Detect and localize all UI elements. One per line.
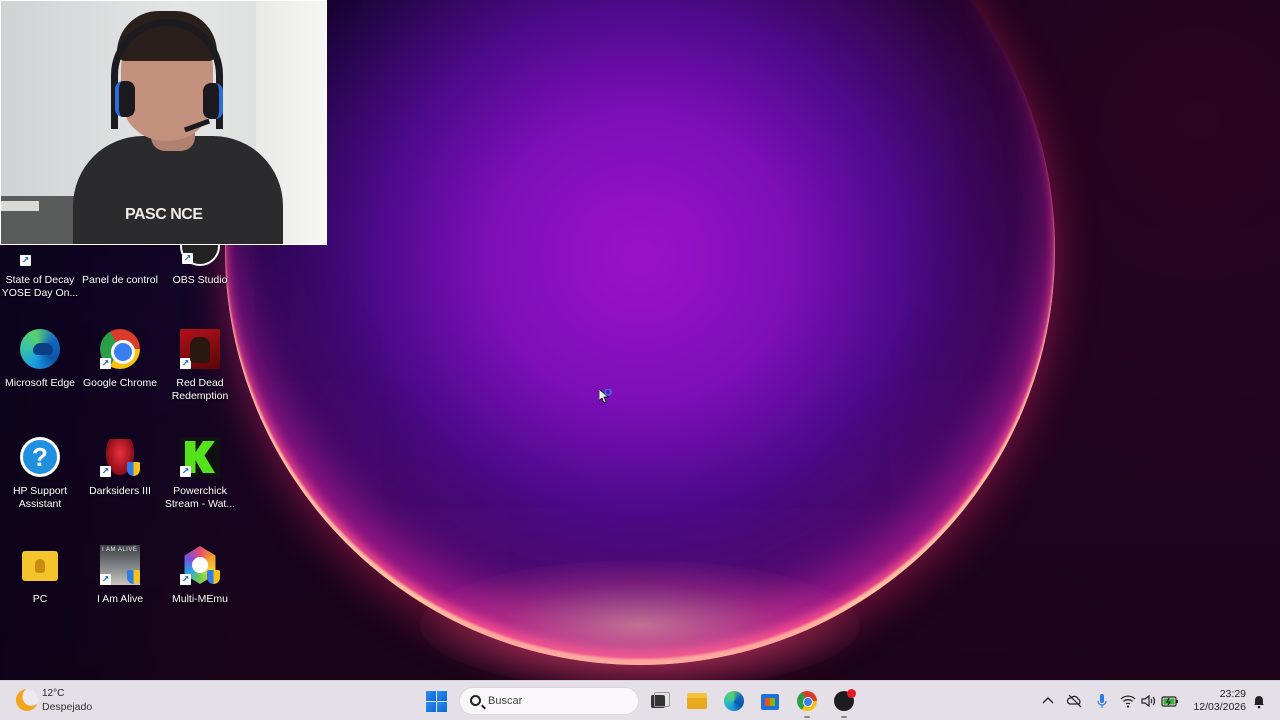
desktop-icon-multi-memu[interactable]: ↗ Multi-MEmu (160, 545, 240, 606)
desktop-icon-label: I Am Alive (96, 593, 144, 605)
weather-condition[interactable]: Despejado (42, 701, 92, 713)
desktop-icon-powerchick-stream[interactable]: ↗ Powerchick Stream - Wat... (160, 437, 240, 511)
task-view-icon[interactable] (646, 689, 670, 713)
clock-date[interactable]: 12/03/2026 (1186, 701, 1246, 713)
edge-icon[interactable] (722, 689, 746, 713)
desktop-icon-google-chrome[interactable]: ↗ Google Chrome (80, 329, 160, 390)
desktop-icon-red-dead-redemption[interactable]: ↗ Red Dead Redemption (160, 329, 240, 403)
desktop-icon-label: State of Decay YOSE Day On... (1, 274, 79, 299)
battery-icon[interactable] (1161, 692, 1179, 710)
running-indicator (841, 716, 847, 718)
taskbar: 12°C Despejado 23:29 12/03/2026 (0, 680, 1280, 720)
running-indicator (804, 716, 810, 718)
desktop-icon-label: HP Support Assistant (12, 485, 68, 510)
chrome-icon[interactable] (795, 689, 819, 718)
desktop-icon-microsoft-edge[interactable]: Microsoft Edge (0, 329, 80, 390)
desktop-icon-label: PC (32, 593, 48, 605)
wifi-icon[interactable] (1119, 692, 1137, 710)
desktop-icon-label: Darksiders III (89, 485, 151, 497)
desktop-icon-darksiders-iii[interactable]: ↗ Darksiders III (80, 437, 160, 498)
powerchick-icon: ↗ (180, 437, 220, 477)
chevron-up-icon[interactable] (1039, 692, 1057, 710)
chrome-icon: ↗ (100, 329, 140, 369)
i-am-alive-icon: ↗ (100, 545, 140, 585)
desktop-icon-label: OBS Studio (172, 274, 228, 286)
desktop-icon-label: Powerchick Stream - Wat... (164, 485, 236, 510)
pc-folder-icon (20, 545, 60, 585)
search-icon (470, 695, 481, 706)
shirt-print: PASC NCE (125, 206, 203, 223)
cloud-off-icon[interactable] (1066, 692, 1084, 710)
volume-icon[interactable] (1139, 692, 1157, 710)
edge-icon (20, 329, 60, 369)
darksiders-icon: ↗ (100, 437, 140, 477)
desktop-icon-label: Microsoft Edge (4, 377, 76, 389)
weather-temperature[interactable]: 12°C (42, 688, 64, 699)
desktop-icon-pc[interactable]: PC (0, 545, 80, 606)
busy-cursor-icon (599, 389, 612, 404)
webcam-overlay: PASC NCE (0, 0, 327, 245)
taskbar-search[interactable] (459, 687, 639, 715)
desktop-icon-label: Google Chrome (82, 377, 158, 389)
desktop-icon-hp-support-assistant[interactable]: ? HP Support Assistant (0, 437, 80, 511)
notification-icon[interactable] (1250, 692, 1268, 710)
desktop-icon-label: Red Dead Redemption (171, 377, 229, 402)
file-explorer-icon[interactable] (685, 689, 709, 713)
desktop-icon-i-am-alive[interactable]: ↗ I Am Alive (80, 545, 160, 606)
start-icon[interactable] (424, 689, 448, 713)
multi-memu-icon: ↗ (180, 545, 220, 585)
wallpaper-bloom-glow (420, 560, 860, 680)
hp-support-icon: ? (20, 437, 60, 477)
obs-icon[interactable] (832, 689, 856, 718)
microphone-icon[interactable] (1093, 692, 1111, 710)
moon-icon[interactable] (16, 689, 38, 711)
red-dead-redemption-icon: ↗ (180, 329, 220, 369)
clock-time[interactable]: 23:29 (1200, 688, 1246, 700)
desktop-icon-label: Panel de control (82, 274, 158, 286)
search-input[interactable] (488, 692, 628, 710)
desktop-icon-label: Multi-MEmu (171, 593, 228, 605)
microsoft-store-icon[interactable] (758, 689, 782, 713)
